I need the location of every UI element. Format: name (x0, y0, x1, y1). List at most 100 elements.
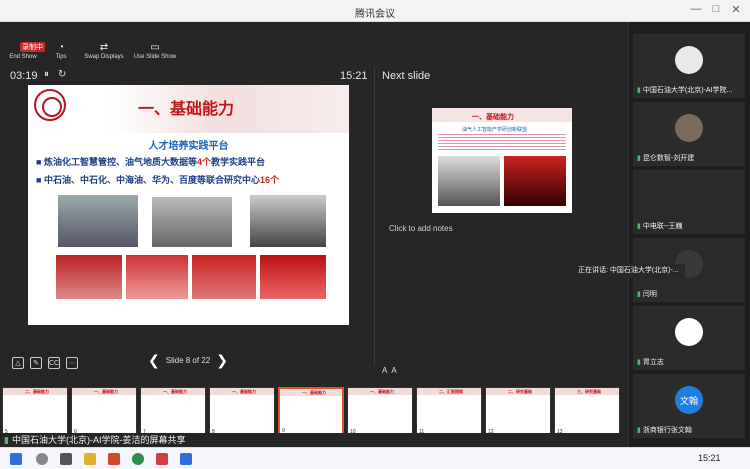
minimize-button[interactable]: — (688, 3, 704, 15)
slide-bullet-1: ■ 炼油化工智慧管控、油气地质大数据等4个教学实践平台 (36, 157, 265, 167)
decrease-font-button[interactable]: A (391, 366, 396, 375)
avatar (675, 46, 703, 74)
next-slide-preview[interactable]: 一、基础能力 油气人工智能产学研创新联盟 (432, 108, 572, 213)
increase-font-button[interactable]: A (382, 366, 387, 375)
thumbnail-title: 三、研究基础 (577, 389, 601, 394)
slide-bullet-2: ■ 中石油、中石化、中海油、华为、百度等联合研究中心16个 (36, 175, 279, 185)
use-slide-show-icon: ▭ (150, 42, 160, 53)
thumbnail-title: 二、汇报提纲 (439, 389, 463, 394)
mic-icon: ▮ (637, 359, 641, 366)
slide-tools: △ ✎ CC ⋯ (12, 357, 78, 369)
pen-icon[interactable]: △ (12, 357, 24, 369)
folder-icon[interactable] (84, 453, 96, 465)
university-logo-icon (34, 89, 66, 121)
avatar (675, 182, 703, 210)
meeting-app-icon[interactable] (180, 453, 192, 465)
window-title: 腾讯会议 (355, 9, 395, 20)
thumbnail-title: 一、基础能力 (163, 389, 187, 394)
next-slide-photo-2 (504, 156, 566, 206)
taskbar: 15:21 (0, 447, 750, 469)
subtitles-icon[interactable]: CC (48, 357, 60, 369)
slide-photo-lab-1 (58, 195, 138, 247)
filmstrip-thumbnail[interactable]: 一、基础能力 8 (209, 387, 275, 437)
mic-icon: ▮ (637, 427, 641, 434)
notes-font-controls: A A (382, 366, 397, 375)
tips-button[interactable]: ◔ Tips (46, 42, 76, 60)
next-slide-label: Next slide (382, 70, 431, 82)
maximize-button[interactable]: □ (708, 3, 724, 15)
participant-panel: ▮ 中国石油大学(北京)-AI学院... ▮ 昆仑数智-刘开建 ▮ 中电联--王巍 ▮ 闫明 ▮… (628, 22, 750, 447)
participant-name: ▮ 中电联--王巍 (637, 223, 683, 230)
restart-icon[interactable]: ↻ (58, 69, 66, 80)
mic-icon: ▮ (637, 155, 641, 162)
window-titlebar: 腾讯会议 — □ ✕ (0, 0, 750, 22)
thumbnail-title: 二、基础能力 (25, 389, 49, 394)
participant-name: ▮ 胃立志 (637, 359, 664, 366)
slide-navigation: ❮ Slide 8 of 22 ❯ (148, 352, 228, 369)
elapsed-timer: 03:19 (10, 70, 38, 82)
pane-divider[interactable] (374, 66, 375, 366)
recording-badge: 录制中 (20, 42, 45, 52)
slide-photo-lab-2 (152, 197, 232, 247)
filmstrip-thumbnail[interactable]: 一、基础能力 6 (71, 387, 137, 437)
participant-name: ▮ 中国石油大学(北京)-AI学院... (637, 87, 733, 94)
search-icon[interactable] (36, 453, 48, 465)
more-icon[interactable]: ⋯ (66, 357, 78, 369)
filmstrip-thumbnail[interactable]: 一、基础能力 9 (278, 387, 344, 437)
office-icon[interactable] (108, 453, 120, 465)
browser-icon[interactable] (132, 453, 144, 465)
slide-title: 一、基础能力 (138, 101, 235, 118)
swap-displays-icon: ⇄ (99, 42, 109, 53)
participant-tile[interactable]: 文翰 ▮ 浙商银行张文翰 (633, 374, 745, 438)
thumbnail-title: 一、基础能力 (232, 389, 256, 394)
slide-photo-lab-3 (250, 195, 326, 247)
slide-subtitle: 人才培养实践平台 (148, 141, 229, 152)
avatar: 文翰 (675, 386, 703, 414)
speaking-indicator: 正在讲话: 中国石油大学(北京)-... (572, 264, 685, 278)
thumbnail-title: 二、研究基础 (508, 389, 532, 394)
mic-icon: ▮ (637, 291, 641, 298)
speaker-notes[interactable]: Click to add notes (389, 224, 453, 233)
avatar (675, 114, 703, 142)
filmstrip-thumbnail[interactable]: 一、基础能力 7 (140, 387, 206, 437)
filmstrip-thumbnail[interactable]: 一、基础能力 10 (347, 387, 413, 437)
next-slide-photo-1 (438, 156, 500, 206)
presenter-clock: 15:21 (340, 70, 368, 82)
thumbnail-title: 一、基础能力 (94, 389, 118, 394)
start-icon[interactable] (10, 453, 22, 465)
filmstrip-thumbnail[interactable]: 三、研究基础 13 (554, 387, 620, 437)
participant-tile[interactable]: ▮ 中国石油大学(北京)-AI学院... (633, 34, 745, 98)
participant-tile[interactable]: ▮ 胃立志 (633, 306, 745, 370)
mic-icon: ▮ (4, 435, 9, 445)
participant-tile[interactable]: ▮ 昆仑数智-刘开建 (633, 102, 745, 166)
shared-screen: ◖ End Show ◔ Tips ⇄ Swap Displays ▭ Use … (0, 22, 628, 447)
screen-share-banner: ▮ 中国石油大学(北京)-AI学院-姜洁的屏幕共享 (0, 433, 628, 446)
slide-counter: Slide 8 of 22 (165, 356, 211, 365)
tips-icon: ◔ (57, 42, 65, 53)
taskbar-clock: 15:21 (698, 453, 721, 463)
filmstrip-thumbnail[interactable]: 二、基础能力 5 (2, 387, 68, 437)
swap-displays-button[interactable]: ⇄ Swap Displays (84, 42, 124, 60)
slide-photo-ceremony-1 (56, 255, 122, 299)
participant-name: ▮ 闫明 (637, 291, 657, 298)
next-slide-title: 一、基础能力 (472, 114, 514, 121)
participant-name: ▮ 昆仑数智-刘开建 (637, 155, 695, 162)
filmstrip-thumbnail[interactable]: 二、研究基础 12 (485, 387, 551, 437)
thumbnail-title: 一、基础能力 (370, 389, 394, 394)
next-slide-text-block (438, 134, 566, 150)
prev-slide-button[interactable]: ❮ (148, 352, 160, 369)
task-view-icon[interactable] (60, 453, 72, 465)
filmstrip-thumbnail[interactable]: 二、汇报提纲 11 (416, 387, 482, 437)
laser-icon[interactable]: ✎ (30, 357, 42, 369)
participant-name: ▮ 浙商银行张文翰 (637, 427, 692, 434)
next-slide-button[interactable]: ❯ (216, 352, 228, 369)
slide-photo-ceremony-4 (260, 255, 326, 299)
close-button[interactable]: ✕ (728, 3, 744, 16)
wps-icon[interactable] (156, 453, 168, 465)
use-slide-show-button[interactable]: ▭ Use Slide Show (132, 42, 178, 60)
participant-tile[interactable]: ▮ 中电联--王巍 (633, 170, 745, 234)
pause-icon[interactable]: ⏸ (44, 69, 49, 80)
next-slide-subtitle: 油气人工智能产学研创新联盟 (462, 127, 528, 133)
share-banner-text: 中国石油大学(北京)-AI学院-姜洁的屏幕共享 (11, 435, 186, 445)
current-slide: 一、基础能力 人才培养实践平台 ■ 炼油化工智慧管控、油气地质大数据等4个教学实… (28, 85, 349, 325)
